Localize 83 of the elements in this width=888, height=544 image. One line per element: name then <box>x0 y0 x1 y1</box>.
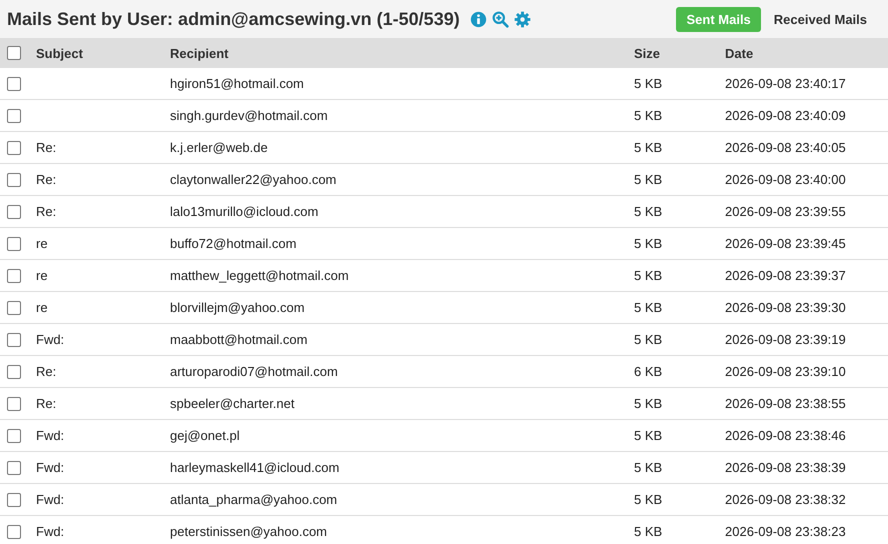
checkbox[interactable] <box>7 236 21 250</box>
table-cell: 2026-09-08 23:38:23 <box>725 524 846 539</box>
table-cell: matthew_leggett@hotmail.com <box>170 268 349 283</box>
checkbox[interactable] <box>7 492 21 506</box>
table-cell: 5 KB <box>634 460 662 475</box>
table-cell: re <box>36 268 48 283</box>
checkbox[interactable] <box>7 76 21 90</box>
table-cell: Re: <box>36 364 56 379</box>
table-cell: Re: <box>36 140 56 155</box>
column-header[interactable]: Date <box>725 46 754 60</box>
table-cell: 5 KB <box>634 492 662 507</box>
checkbox[interactable] <box>7 108 21 122</box>
info-icon[interactable] <box>470 10 487 28</box>
table-cell: Fwd: <box>36 428 64 443</box>
table-cell: 2026-09-08 23:39:30 <box>725 300 846 315</box>
table-cell: blorvillejm@yahoo.com <box>170 300 305 315</box>
table-cell: 2026-09-08 23:40:09 <box>725 108 846 123</box>
table-cell: 5 KB <box>634 332 662 347</box>
page-title: Mails Sent by User: admin@amcsewing.vn (1-50/539) <box>7 8 460 30</box>
zoom-in-icon[interactable] <box>492 10 509 28</box>
checkbox[interactable] <box>7 524 21 538</box>
checkbox[interactable] <box>7 204 21 218</box>
table-cell: buffo72@hotmail.com <box>170 236 296 251</box>
checkbox[interactable] <box>7 460 21 474</box>
table-cell: 5 KB <box>634 204 662 219</box>
table-cell: 6 KB <box>634 364 662 379</box>
table-cell: spbeeler@charter.net <box>170 396 294 411</box>
table-cell: Fwd: <box>36 492 64 507</box>
table-cell: arturoparodi07@hotmail.com <box>170 364 338 379</box>
table-cell: 2026-09-08 23:38:32 <box>725 492 846 507</box>
table-cell: harleymaskell41@icloud.com <box>170 460 340 475</box>
table-cell: Fwd: <box>36 332 64 347</box>
table-cell: 5 KB <box>634 108 662 123</box>
table-cell: singh.gurdev@hotmail.com <box>170 108 328 123</box>
checkbox[interactable] <box>7 428 21 442</box>
table-cell: 2026-09-08 23:40:17 <box>725 76 846 91</box>
table-cell: 5 KB <box>634 396 662 411</box>
table-cell: 5 KB <box>634 140 662 155</box>
column-header[interactable]: Size <box>634 46 660 60</box>
table-cell: 2026-09-08 23:39:37 <box>725 268 846 283</box>
checkbox[interactable] <box>7 46 21 60</box>
table-cell: 5 KB <box>634 524 662 539</box>
table-cell: lalo13murillo@icloud.com <box>170 204 318 219</box>
view-button[interactable]: Received Mails <box>764 6 877 32</box>
table-cell: Re: <box>36 172 56 187</box>
table-cell: 2026-09-08 23:40:05 <box>725 140 846 155</box>
table-cell: 5 KB <box>634 268 662 283</box>
column-header[interactable]: Recipient <box>170 46 229 60</box>
table-cell: Re: <box>36 396 56 411</box>
checkbox[interactable] <box>7 364 21 378</box>
table-cell: 5 KB <box>634 172 662 187</box>
checkbox[interactable] <box>7 140 21 154</box>
table-cell: 5 KB <box>634 300 662 315</box>
table-cell: 2026-09-08 23:39:55 <box>725 204 846 219</box>
table-cell: hgiron51@hotmail.com <box>170 76 304 91</box>
checkbox[interactable] <box>7 332 21 346</box>
table-cell: 2026-09-08 23:38:55 <box>725 396 846 411</box>
table-cell: 2026-09-08 23:39:45 <box>725 236 846 251</box>
table-cell: 2026-09-08 23:39:19 <box>725 332 846 347</box>
table-cell: 2026-09-08 23:40:00 <box>725 172 846 187</box>
table-cell: k.j.erler@web.de <box>170 140 268 155</box>
table-cell: maabbott@hotmail.com <box>170 332 308 347</box>
table-cell: 2026-09-08 23:38:46 <box>725 428 846 443</box>
column-header[interactable]: Subject <box>36 46 83 60</box>
table-cell: atlanta_pharma@yahoo.com <box>170 492 338 507</box>
table-cell: 5 KB <box>634 76 662 91</box>
table-cell: peterstinissen@yahoo.com <box>170 524 327 539</box>
table-cell: Re: <box>36 204 56 219</box>
checkbox[interactable] <box>7 396 21 410</box>
table-cell: 5 KB <box>634 428 662 443</box>
table-cell: 5 KB <box>634 236 662 251</box>
table-cell: re <box>36 300 48 315</box>
table-cell: 2026-09-08 23:38:39 <box>725 460 846 475</box>
table-cell: re <box>36 236 48 251</box>
table-cell: gej@onet.pl <box>170 428 240 443</box>
checkbox[interactable] <box>7 172 21 186</box>
table-cell: 2026-09-08 23:39:10 <box>725 364 846 379</box>
checkbox[interactable] <box>7 268 21 282</box>
table-cell: Fwd: <box>36 524 64 539</box>
checkbox[interactable] <box>7 300 21 314</box>
table-cell: claytonwaller22@yahoo.com <box>170 172 336 187</box>
settings-icon[interactable] <box>514 10 531 28</box>
table-cell: Fwd: <box>36 460 64 475</box>
